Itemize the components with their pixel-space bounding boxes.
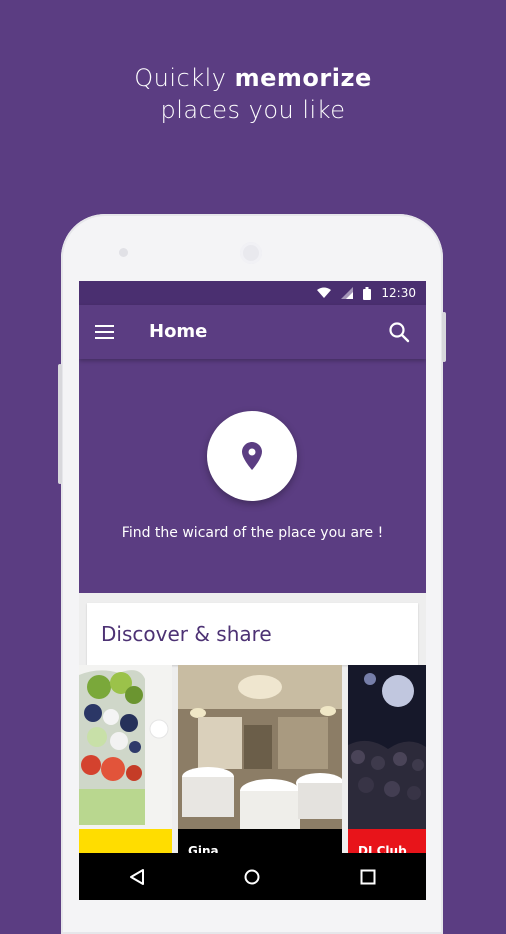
- headline-bold-word: memorize: [234, 64, 372, 92]
- menu-icon[interactable]: [95, 325, 114, 339]
- earpiece-speaker: [240, 242, 262, 264]
- wifi-icon: [317, 287, 332, 298]
- back-button[interactable]: [117, 857, 157, 897]
- status-time: 12:30: [381, 286, 416, 300]
- home-button[interactable]: [232, 857, 272, 897]
- promo-headline: Quickly memorize places you like: [0, 62, 506, 126]
- place-caption-dj-club: DJ Club: [358, 844, 407, 855]
- place-card-salad[interactable]: [79, 665, 172, 855]
- back-icon: [129, 868, 144, 885]
- signal-icon: [341, 287, 354, 299]
- headline-line-2: places you like: [160, 96, 346, 124]
- app-bar: Home: [79, 305, 426, 359]
- place-caption-salad: [79, 827, 172, 855]
- phone-screen: 12:30 Home Find the wicard of the place …: [79, 281, 426, 900]
- power-button: [442, 312, 446, 362]
- volume-button: [58, 364, 62, 484]
- hero-text: Find the wicard of the place you are !: [121, 525, 384, 541]
- places-carousel[interactable]: Gina DJ Club: [79, 665, 426, 855]
- location-pin-icon: [242, 442, 262, 470]
- home-icon: [244, 869, 260, 884]
- headline-line-1: Quickly memorize: [0, 62, 506, 94]
- headline-prefix: Quickly: [134, 64, 227, 92]
- recents-button[interactable]: [348, 857, 388, 897]
- hero-section: Find the wicard of the place you are !: [79, 359, 426, 593]
- place-card-gina[interactable]: Gina: [178, 665, 342, 855]
- page-title: Home: [149, 321, 208, 342]
- search-icon[interactable]: [388, 321, 410, 343]
- place-card-dj-club[interactable]: DJ Club: [348, 665, 426, 855]
- place-caption-gina: Gina: [188, 844, 219, 855]
- recents-icon: [360, 869, 376, 884]
- battery-icon: [363, 286, 372, 300]
- discover-card[interactable]: Discover & share: [87, 603, 418, 665]
- status-bar: 12:30: [79, 281, 426, 305]
- navigation-bar: [79, 853, 426, 900]
- locate-button[interactable]: [207, 411, 297, 501]
- front-camera: [119, 248, 128, 257]
- discover-title: Discover & share: [101, 622, 272, 646]
